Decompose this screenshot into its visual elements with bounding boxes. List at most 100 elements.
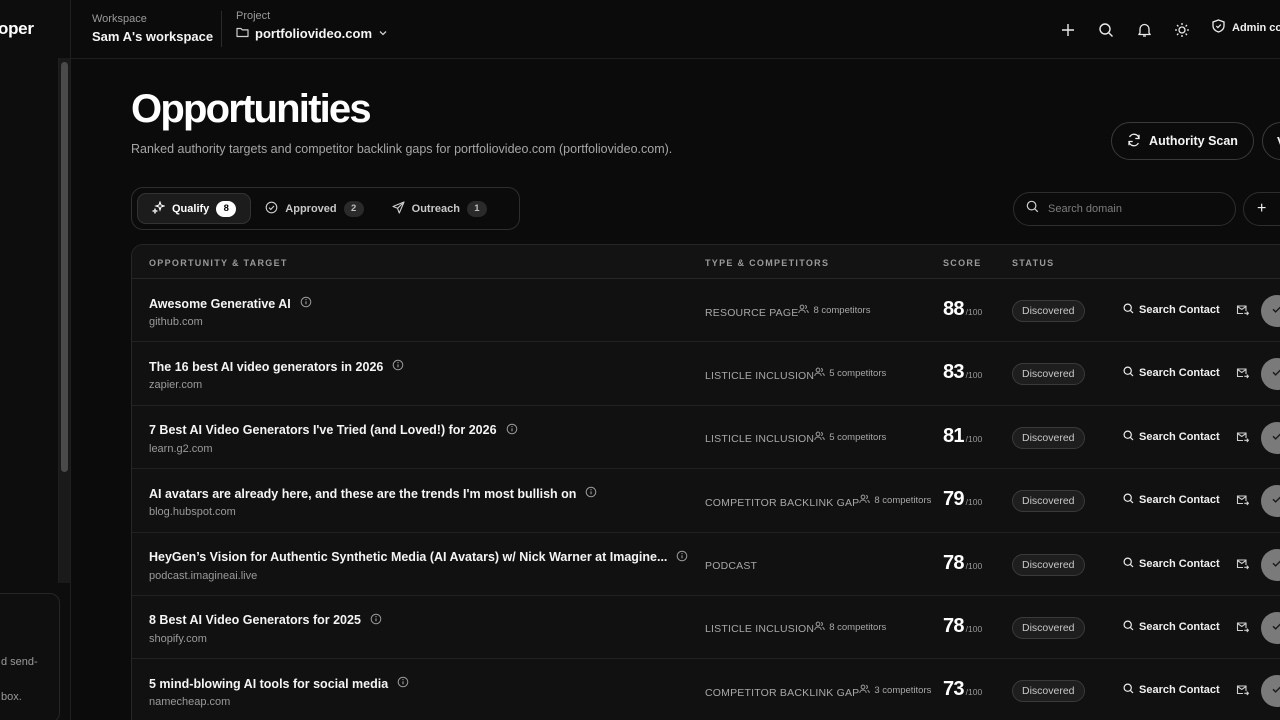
opportunity-title-text: 8 Best AI Video Generators for 2025 <box>149 613 361 628</box>
tab-outreach-count: 1 <box>466 200 487 217</box>
search-contact-button[interactable]: Search Contact <box>1123 303 1220 317</box>
workspace-switcher[interactable]: Workspace Sam A's workspace <box>92 13 213 44</box>
score: 83/100 <box>943 361 982 384</box>
project-label: Project <box>236 10 271 22</box>
opportunity-title-text: HeyGen’s Vision for Authentic Synthetic … <box>149 550 668 565</box>
mail-forward-icon[interactable] <box>1236 430 1250 448</box>
mail-forward-icon[interactable] <box>1236 683 1250 701</box>
table-row[interactable]: 7 Best AI Video Generators I've Tried (a… <box>132 406 1280 470</box>
score-value: 88 <box>943 298 964 320</box>
info-icon[interactable] <box>392 359 404 374</box>
tab-qualify-count: 8 <box>216 200 237 217</box>
project-name: portfoliovideo.com <box>255 26 372 41</box>
opportunities-table: OPPORTUNITY & TARGET TYPE & COMPETITORS … <box>131 244 1280 720</box>
mail-forward-icon[interactable] <box>1236 303 1250 321</box>
search-contact-button[interactable]: Search Contact <box>1123 620 1220 634</box>
score-suffix: /100 <box>965 623 983 634</box>
chevron-down-icon <box>378 26 388 41</box>
target-domain: learn.g2.com <box>149 442 213 455</box>
approve-button[interactable] <box>1261 358 1280 391</box>
table-row[interactable]: HeyGen’s Vision for Authentic Synthetic … <box>132 533 1280 596</box>
sidebar-scrollbar[interactable] <box>58 58 70 583</box>
admin-console-link[interactable]: Admin co <box>1212 19 1280 36</box>
info-icon[interactable] <box>300 296 312 311</box>
users-icon <box>859 494 871 507</box>
competitors-text: 5 competitors <box>829 431 887 443</box>
mail-forward-icon[interactable] <box>1236 620 1250 638</box>
target-domain: shopify.com <box>149 632 207 645</box>
search-domain-field[interactable] <box>1013 192 1236 226</box>
score: 78/100 <box>943 552 982 575</box>
mail-forward-icon[interactable] <box>1236 557 1250 575</box>
header-status: STATUS <box>1012 258 1055 268</box>
mail-forward-icon[interactable] <box>1236 493 1250 511</box>
opportunity-title[interactable]: The 16 best AI video generators in 2026 <box>149 359 404 374</box>
tab-approved[interactable]: Approved 2 <box>251 193 377 224</box>
users-icon <box>814 431 825 444</box>
info-icon[interactable] <box>370 613 382 628</box>
tab-outreach-label: Outreach <box>411 202 460 215</box>
table-row[interactable]: 8 Best AI Video Generators for 2025 shop… <box>132 596 1280 660</box>
search-contact-button[interactable]: Search Contact <box>1123 366 1220 380</box>
type-label: COMPETITOR BACKLINK GAP <box>705 686 860 699</box>
search-domain-input[interactable] <box>1048 203 1218 215</box>
search-contact-button[interactable]: Search Contact <box>1123 683 1220 697</box>
approve-button[interactable] <box>1261 485 1280 518</box>
table-row[interactable]: AI avatars are already here, and these a… <box>132 469 1280 533</box>
page-subtitle: Ranked authority targets and competitor … <box>131 142 673 156</box>
score-suffix: /100 <box>965 433 983 444</box>
approve-button[interactable] <box>1261 611 1280 644</box>
authority-scan-button[interactable]: Authority Scan <box>1111 122 1254 160</box>
info-icon[interactable] <box>585 486 597 501</box>
bell-icon[interactable] <box>1132 18 1156 42</box>
search-icon[interactable] <box>1094 18 1118 42</box>
add-opportunity-button[interactable]: + <box>1243 192 1280 226</box>
approve-button[interactable] <box>1261 295 1280 327</box>
brand-logo-text[interactable]: oper <box>0 19 34 39</box>
sun-icon[interactable] <box>1170 18 1194 42</box>
info-icon[interactable] <box>397 676 409 691</box>
search-icon <box>1123 683 1134 697</box>
info-icon[interactable] <box>676 550 688 565</box>
opportunity-title[interactable]: 7 Best AI Video Generators I've Tried (a… <box>149 423 518 438</box>
page-title: Opportunities <box>131 87 372 131</box>
opportunity-title-text: Awesome Generative AI <box>149 296 291 311</box>
opportunity-type: LISTICLE INCLUSION 5 competitors <box>705 368 886 382</box>
check-circle-icon <box>265 201 278 217</box>
competitors-count: 8 competitors <box>859 494 931 507</box>
opportunity-title[interactable]: AI avatars are already here, and these a… <box>149 486 597 501</box>
search-icon <box>1123 430 1134 444</box>
opportunity-title-text: AI avatars are already here, and these a… <box>149 486 577 501</box>
users-icon <box>859 684 871 697</box>
plus-icon[interactable] <box>1056 18 1080 42</box>
approve-button[interactable] <box>1261 421 1280 454</box>
check-icon <box>1271 682 1280 700</box>
table-row[interactable]: The 16 best AI video generators in 2026 … <box>132 342 1280 406</box>
secondary-action-button[interactable]: V <box>1262 122 1280 160</box>
header-score: SCORE <box>943 258 982 268</box>
header-type: TYPE & COMPETITORS <box>705 258 830 268</box>
top-bar: Workspace Sam A's workspace Project port… <box>71 0 1280 59</box>
table-row[interactable]: 5 mind-blowing AI tools for social media… <box>132 659 1280 720</box>
tab-qualify[interactable]: Qualify 8 <box>137 193 252 224</box>
score: 81/100 <box>943 425 982 448</box>
sidebar-scrollbar-thumb[interactable] <box>61 62 68 472</box>
opportunity-title[interactable]: HeyGen’s Vision for Authentic Synthetic … <box>149 550 688 565</box>
mail-forward-icon[interactable] <box>1236 366 1250 384</box>
search-contact-button[interactable]: Search Contact <box>1123 430 1220 444</box>
opportunity-title[interactable]: Awesome Generative AI <box>149 296 312 311</box>
search-contact-button[interactable]: Search Contact <box>1123 557 1220 571</box>
opportunity-title[interactable]: 8 Best AI Video Generators for 2025 <box>149 613 382 628</box>
approve-button[interactable] <box>1261 675 1280 708</box>
table-row[interactable]: Awesome Generative AI github.com RESOURC… <box>132 279 1280 343</box>
sidebar: oper d send- box. <box>0 0 71 720</box>
approve-button[interactable] <box>1261 548 1280 581</box>
status-badge: Discovered <box>1012 680 1085 703</box>
target-domain: namecheap.com <box>149 696 231 709</box>
project-switcher[interactable]: Project portfoliovideo.com <box>236 10 388 41</box>
sidebar-card-text-2: box. <box>1 691 22 703</box>
tab-outreach[interactable]: Outreach 1 <box>378 193 501 224</box>
opportunity-title[interactable]: 5 mind-blowing AI tools for social media <box>149 676 409 691</box>
info-icon[interactable] <box>506 423 518 438</box>
search-contact-button[interactable]: Search Contact <box>1123 493 1220 507</box>
